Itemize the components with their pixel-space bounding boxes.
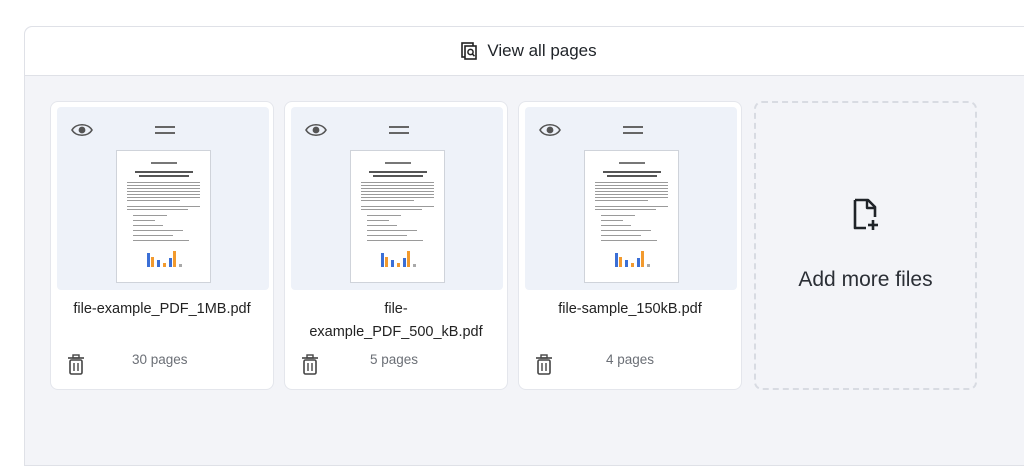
trash-icon[interactable] [301, 354, 319, 376]
drag-handle-icon[interactable] [155, 125, 175, 135]
view-all-pages-label: View all pages [487, 41, 597, 60]
add-more-files-button[interactable]: Add more files [754, 101, 977, 390]
drag-handle-icon[interactable] [389, 125, 409, 135]
page-preview [350, 150, 445, 283]
add-more-files-label: Add more files [798, 268, 933, 291]
page-preview [584, 150, 679, 283]
eye-icon[interactable] [539, 122, 561, 138]
page-preview [116, 150, 211, 283]
file-name: file-sample_150kB.pdf [558, 301, 702, 317]
drag-handle-icon[interactable] [623, 125, 643, 135]
add-file-icon [853, 198, 878, 230]
panel-header: View all pages [25, 27, 1024, 76]
file-thumbnail-area [57, 107, 269, 290]
file-thumbnail-area [291, 107, 503, 290]
file-name-line-2: example_PDF_500_kB.pdf [309, 324, 483, 340]
eye-icon[interactable] [71, 122, 93, 138]
trash-icon[interactable] [535, 354, 553, 376]
eye-icon[interactable] [305, 122, 327, 138]
file-card[interactable]: file-sample_150kB.pdf 4 pages [518, 101, 742, 390]
view-all-pages-button[interactable]: View all pages [461, 41, 597, 61]
file-card[interactable]: file-example_PDF_1MB.pdf 30 pages [50, 101, 274, 390]
file-name: file- example_PDF_500_kB.pdf [291, 298, 501, 344]
file-name: file-example_PDF_1MB.pdf [73, 301, 251, 317]
pages-search-icon [461, 42, 479, 60]
page-count: 30 pages [132, 352, 188, 367]
file-name-line-1: file- [384, 301, 408, 317]
trash-icon[interactable] [67, 354, 85, 376]
page-count: 4 pages [606, 352, 655, 367]
file-card[interactable]: file- example_PDF_500_kB.pdf 5 pages [284, 101, 508, 390]
file-thumbnail-area [525, 107, 737, 290]
page-count: 5 pages [370, 352, 419, 367]
file-manager-panel: View all pages file-example_PDF_1MB.pdf … [24, 26, 1024, 466]
